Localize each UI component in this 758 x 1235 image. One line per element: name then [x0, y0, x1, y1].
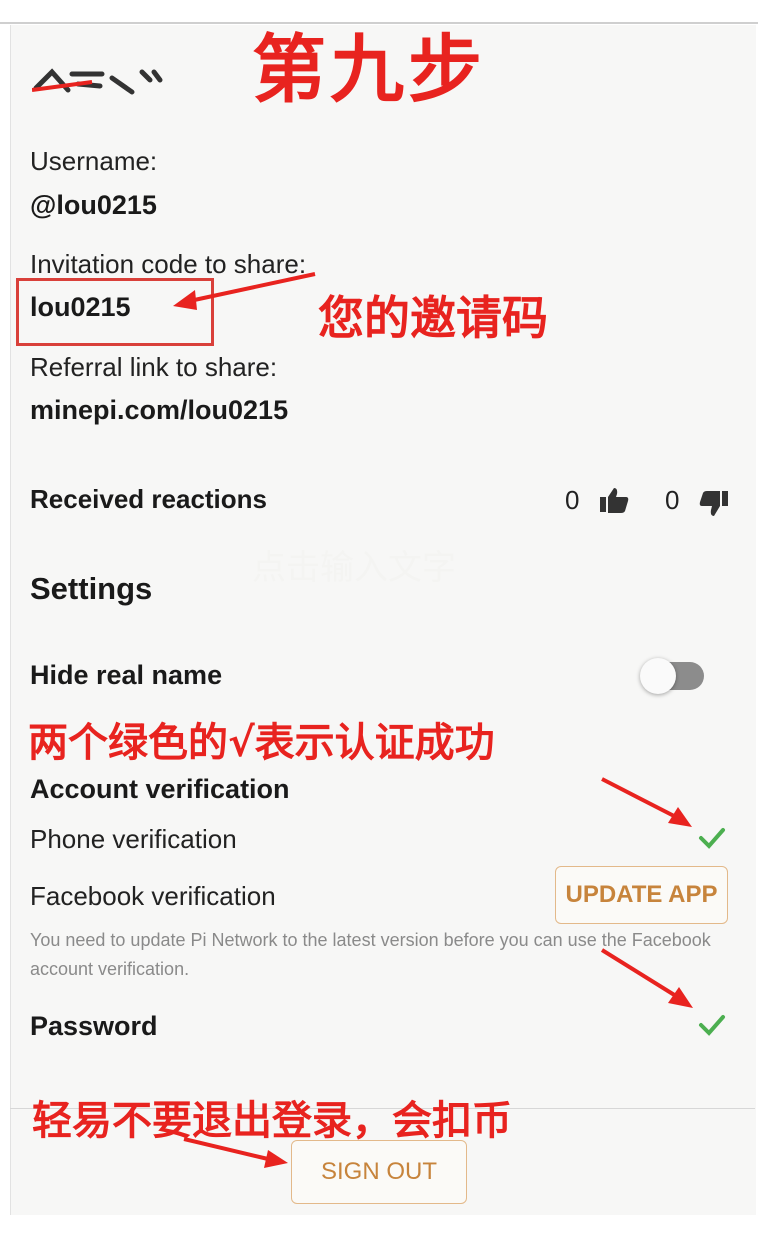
header-scribble — [31, 62, 172, 103]
settings-title: Settings — [30, 571, 153, 606]
username-value: @lou0215 — [30, 190, 157, 220]
invite-code-annotation: 您的邀请码 — [318, 291, 548, 345]
phone-verification-label: Phone verification — [30, 824, 237, 854]
invitation-arrow — [165, 268, 325, 323]
dislikes-count: 0 — [665, 485, 680, 515]
account-verification-title: Account verification — [30, 774, 290, 804]
sign-out-button[interactable]: SIGN OUT — [291, 1140, 467, 1204]
facebook-verification-label: Facebook verification — [30, 881, 276, 911]
verification-arrow-2 — [598, 946, 698, 1017]
thumbs-up-icon[interactable] — [598, 486, 630, 519]
likes-count: 0 — [565, 485, 580, 515]
referral-link-value[interactable]: minepi.com/lou0215 — [30, 395, 288, 426]
hide-real-name-toggle-knob[interactable] — [640, 658, 676, 694]
watermark-text: 点击输入文字 — [252, 548, 456, 588]
thumbs-down-icon[interactable] — [698, 490, 730, 523]
signout-arrow — [180, 1135, 292, 1176]
phone-verified-check-icon — [698, 826, 726, 855]
received-reactions-label: Received reactions — [30, 484, 268, 514]
username-label: Username: — [30, 146, 158, 176]
password-check-icon — [698, 1013, 726, 1042]
invitation-code-value[interactable]: lou0215 — [30, 292, 131, 323]
verification-annotation: 两个绿色的√表示认证成功 — [28, 720, 495, 766]
update-app-button[interactable]: UPDATE APP — [555, 866, 728, 924]
password-label: Password — [30, 1011, 158, 1041]
step-title-annotation: 第九步 — [252, 27, 486, 113]
referral-link-label: Referral link to share: — [30, 352, 278, 382]
hide-real-name-label: Hide real name — [30, 660, 223, 690]
verification-arrow-1 — [598, 775, 698, 836]
